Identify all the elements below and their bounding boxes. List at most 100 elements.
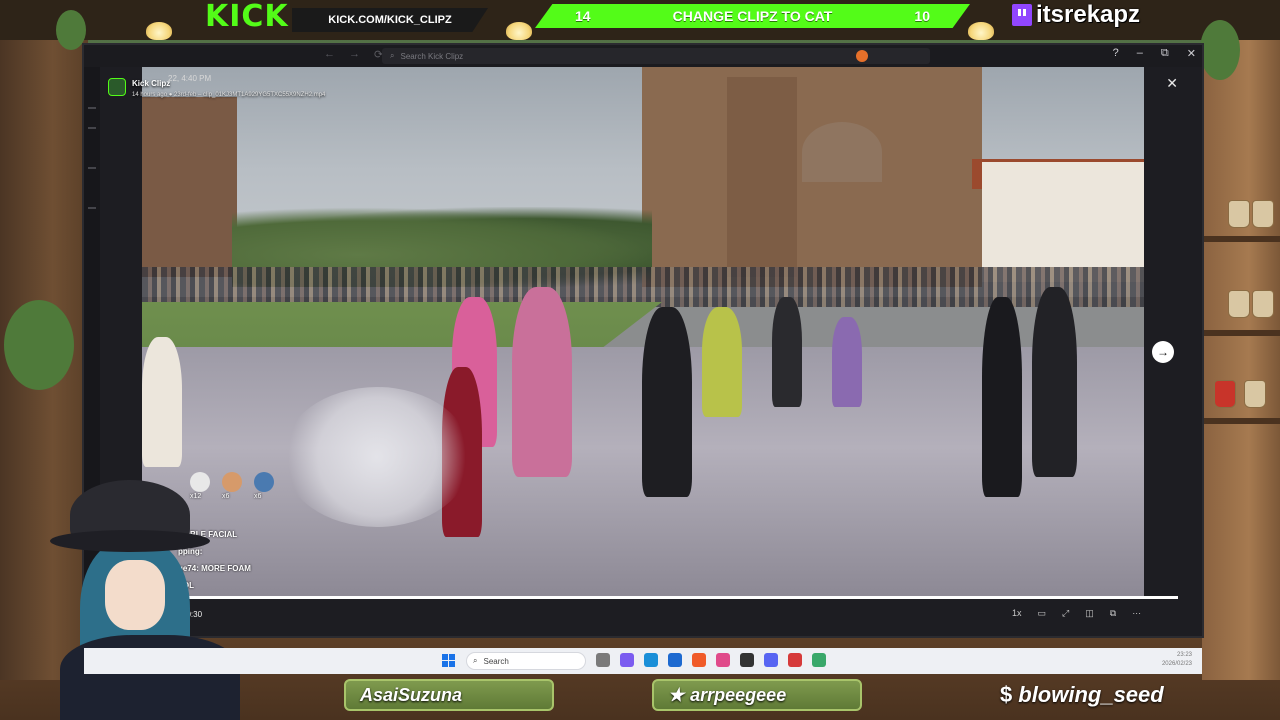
search-placeholder: Search Kick Clipz bbox=[400, 51, 464, 61]
jar bbox=[1228, 290, 1250, 318]
edge-icon[interactable] bbox=[644, 653, 658, 667]
windows-start-icon[interactable] bbox=[442, 654, 455, 667]
video-person bbox=[772, 297, 802, 407]
video-player[interactable] bbox=[142, 67, 1144, 599]
minimize-button[interactable]: – bbox=[1137, 47, 1143, 60]
video-person bbox=[832, 317, 862, 407]
jar bbox=[1228, 200, 1250, 228]
handle-text: itsrekapz bbox=[1036, 1, 1141, 28]
store-icon[interactable] bbox=[668, 653, 682, 667]
clock-time: 23:23 bbox=[1176, 652, 1192, 658]
files-icon[interactable] bbox=[596, 653, 610, 667]
shelf bbox=[1202, 236, 1280, 242]
star-icon: ★ bbox=[668, 684, 685, 705]
taskbar-apps bbox=[596, 653, 826, 667]
back-icon[interactable]: ← bbox=[324, 48, 335, 61]
clip-subtitle: 14 hours ago ● 23rd-feb – clip_01KJ3MT1A… bbox=[132, 92, 326, 98]
jar bbox=[1214, 380, 1236, 408]
progress-bar[interactable] bbox=[142, 596, 1178, 599]
video-person bbox=[142, 337, 182, 467]
jar bbox=[1252, 290, 1274, 318]
plate-right-name: blowing_seed bbox=[1018, 682, 1164, 707]
player-control-2[interactable]: ⤢ bbox=[1062, 608, 1069, 619]
brave-icon[interactable] bbox=[692, 653, 706, 667]
kick-logo: KICK bbox=[205, 0, 289, 34]
channel-avatar bbox=[108, 78, 126, 96]
dollar-icon: $ bbox=[1000, 682, 1013, 707]
player-control-3[interactable]: ◫ bbox=[1085, 608, 1094, 619]
player-control-1[interactable]: ▭ bbox=[1038, 608, 1047, 619]
kick-url: KICK.COM/KICK_CLIPZ bbox=[292, 8, 488, 32]
close-button[interactable]: ✕ bbox=[1187, 47, 1196, 60]
taskbar-clock[interactable]: 23:23 2026/02/23 bbox=[1162, 651, 1192, 669]
video-cathedral-tower bbox=[727, 77, 797, 277]
video-person bbox=[702, 307, 742, 417]
player-control-0[interactable]: 1x bbox=[1012, 608, 1022, 619]
forward-icon[interactable]: → bbox=[349, 48, 360, 61]
sidebar-item[interactable] bbox=[88, 207, 96, 209]
heart-icon[interactable] bbox=[716, 653, 730, 667]
player-controls: 1x ▭ ⤢ ◫ ⧉ ··· bbox=[1012, 608, 1141, 619]
lamp bbox=[506, 22, 532, 40]
clip-meta: Kick Clipz 14 hours ago ● 23rd-feb – cli… bbox=[132, 79, 325, 98]
help-icon[interactable]: ? bbox=[1113, 47, 1119, 60]
sidebar-item[interactable] bbox=[88, 167, 96, 169]
avatar-hat-brim bbox=[50, 530, 210, 552]
plate-left-name: AsaiSuzuna bbox=[360, 684, 463, 705]
vtuber-avatar bbox=[20, 460, 260, 720]
taskbar: ⌕ Search 23:23 2026/02/23 bbox=[84, 648, 1202, 674]
lamp bbox=[146, 22, 172, 40]
video-blur bbox=[282, 387, 472, 527]
sidebar-item[interactable] bbox=[88, 107, 96, 109]
right-wall bbox=[1202, 40, 1280, 680]
video-person bbox=[642, 307, 692, 497]
poll-bar: 14 CHANGE CLIPZ TO CAT 10 bbox=[535, 4, 970, 28]
progress-fill bbox=[142, 596, 1178, 599]
shelf bbox=[1202, 418, 1280, 424]
plant bbox=[1200, 20, 1240, 80]
poll-right-count: 10 bbox=[914, 8, 930, 24]
sidebar-item[interactable] bbox=[88, 127, 96, 129]
overlay-icon[interactable] bbox=[812, 653, 826, 667]
clock-date: 2026/02/23 bbox=[1161, 661, 1192, 667]
name-plate-middle: ★ arrpeegeee bbox=[652, 679, 862, 711]
nav-buttons: ← → ⟳ bbox=[324, 48, 383, 61]
taskbar-search[interactable]: ⌕ Search bbox=[466, 652, 586, 670]
video-person bbox=[512, 287, 572, 477]
player-control-4[interactable]: ⧉ bbox=[1110, 608, 1116, 619]
search-icon: ⌕ bbox=[390, 51, 395, 60]
window-controls: ? – ⧉ ✕ bbox=[1113, 47, 1196, 60]
video-dome bbox=[802, 122, 882, 182]
title-bar: ← → ⟳ ⌕ Search Kick Clipz ? – ⧉ ✕ bbox=[84, 45, 1202, 67]
channel-name: Kick Clipz bbox=[132, 79, 171, 88]
shelf bbox=[1202, 330, 1280, 336]
copilot-icon[interactable] bbox=[620, 653, 634, 667]
discord-icon[interactable] bbox=[764, 653, 778, 667]
maximize-button[interactable]: ⧉ bbox=[1161, 47, 1169, 60]
jar bbox=[1252, 200, 1274, 228]
name-plate-right: $ blowing_seed bbox=[1000, 679, 1164, 711]
extension-icon[interactable] bbox=[856, 50, 868, 62]
app-icon[interactable] bbox=[740, 653, 754, 667]
avatar-face bbox=[105, 560, 165, 630]
video-person bbox=[1032, 287, 1077, 477]
video-colonial-building bbox=[982, 162, 1144, 282]
plant bbox=[4, 300, 74, 390]
plate-middle-name: arrpeegeee bbox=[690, 684, 787, 705]
record-icon[interactable] bbox=[788, 653, 802, 667]
twitch-icon bbox=[1012, 4, 1032, 26]
search-icon: ⌕ bbox=[473, 656, 478, 665]
video-person bbox=[982, 297, 1022, 497]
search-input[interactable]: ⌕ Search Kick Clipz bbox=[382, 48, 930, 64]
jar bbox=[1244, 380, 1266, 408]
arrow-right-icon[interactable]: → bbox=[1152, 341, 1174, 363]
taskbar-search-label: Search bbox=[483, 656, 509, 666]
name-plate-left: AsaiSuzuna bbox=[344, 679, 554, 711]
lamp bbox=[968, 22, 994, 40]
video-church-tower bbox=[142, 97, 237, 277]
poll-left-count: 14 bbox=[575, 8, 591, 24]
close-icon[interactable]: ✕ bbox=[1166, 75, 1178, 92]
player-control-5[interactable]: ··· bbox=[1132, 608, 1141, 619]
poll-title: CHANGE CLIPZ TO CAT bbox=[672, 8, 833, 24]
streamer-handle: itsrekapz bbox=[1012, 0, 1140, 30]
